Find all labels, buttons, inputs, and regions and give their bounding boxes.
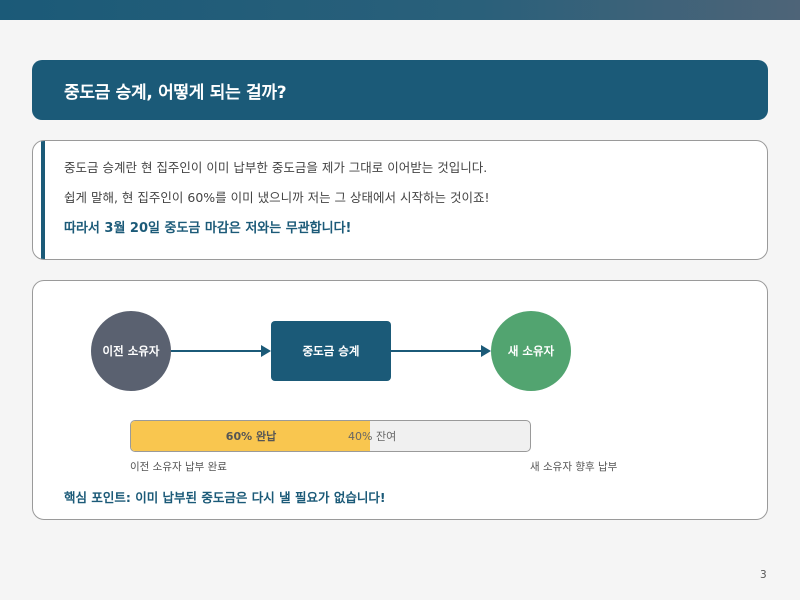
page-number: 3 — [760, 569, 767, 581]
key-point-text: 핵심 포인트: 이미 납부된 중도금은 다시 낼 필요가 없습니다! — [64, 490, 386, 505]
arrow-transfer-to-new — [391, 345, 491, 357]
progress-left-caption: 이전 소유자 납부 완료 — [130, 461, 227, 473]
payment-progress-bar: 60% 완납 40% 잔여 — [130, 420, 531, 452]
new-owner-node: 새 소유자 — [491, 311, 571, 391]
explanation-card: 중도금 승계란 현 집주인이 이미 납부한 중도금을 제가 그대로 이어받는 것… — [32, 140, 768, 260]
explanation-line-1: 중도금 승계란 현 집주인이 이미 납부한 중도금을 제가 그대로 이어받는 것… — [64, 160, 488, 175]
progress-remaining-label: 40% 잔여 — [348, 430, 397, 443]
explanation-line-2: 쉽게 말해, 현 집주인이 60%를 이미 냈으니까 저는 그 상태에서 시작하… — [64, 190, 490, 205]
slide-title: 중도금 승계, 어떻게 되는 걸까? — [64, 82, 287, 103]
title-banner: 중도금 승계, 어떻게 되는 걸까? — [32, 60, 768, 120]
top-gradient-bar — [0, 0, 800, 20]
transfer-label: 중도금 승계 — [302, 344, 360, 358]
new-owner-label: 새 소유자 — [507, 344, 555, 358]
arrow-prev-to-transfer — [171, 345, 271, 357]
explanation-accent-bar — [41, 141, 45, 259]
progress-right-caption: 새 소유자 향후 납부 — [530, 461, 618, 473]
prev-owner-label: 이전 소유자 — [102, 344, 160, 358]
flow-diagram-card: 이전 소유자 중도금 승계 새 소유자 60% 완납 40% 잔여 이전 소유자… — [32, 280, 768, 520]
progress-paid-label: 60% 완납 — [225, 430, 277, 443]
transfer-node: 중도금 승계 — [271, 321, 391, 381]
prev-owner-node: 이전 소유자 — [91, 311, 171, 391]
explanation-conclusion: 따라서 3월 20일 중도금 마감은 저와는 무관합니다! — [64, 221, 352, 236]
